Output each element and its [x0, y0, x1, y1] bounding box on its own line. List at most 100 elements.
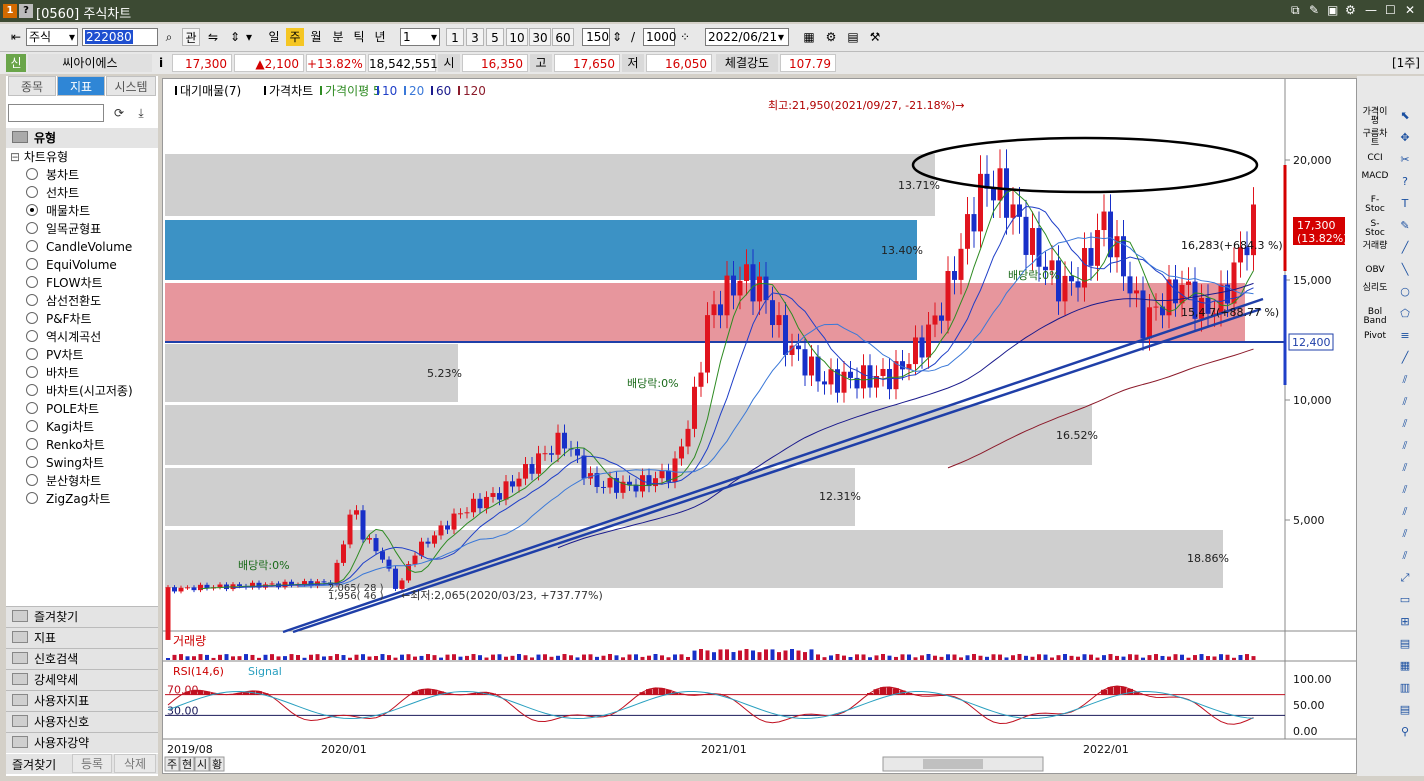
auto-icon[interactable]: ⤢ [1395, 570, 1415, 586]
folder-favorites[interactable]: 즐겨찾기 [6, 606, 158, 627]
radio-icon[interactable] [26, 204, 38, 216]
folder-strength[interactable]: 강세약세 [6, 669, 158, 690]
gann-icon[interactable]: ⫽ [1395, 504, 1415, 520]
shape-icon[interactable]: ⬠ [1395, 306, 1415, 322]
tab-system[interactable]: 시스템 [106, 76, 156, 96]
line-icon[interactable]: ╲ [1395, 262, 1415, 278]
bar-icon[interactable]: ▥ [1395, 680, 1415, 696]
help-icon[interactable]: ? [1395, 174, 1415, 190]
radio-icon[interactable] [26, 474, 38, 486]
folder-signal-search[interactable]: 신호검색 [6, 648, 158, 669]
indicator-shortcut[interactable]: OBV [1361, 266, 1389, 275]
indicator-shortcut[interactable]: 구름차트 [1361, 130, 1389, 148]
chart-icon[interactable]: ▦ [800, 28, 818, 46]
list-icon[interactable]: ▤ [1395, 702, 1415, 718]
radio-icon[interactable] [26, 294, 38, 306]
chart-type-item[interactable]: CandleVolume [26, 238, 132, 256]
hline-icon[interactable]: ≡ [1395, 328, 1415, 344]
chart-type-item[interactable]: ZigZag차트 [26, 490, 110, 508]
chart-type-item[interactable]: PV차트 [26, 346, 84, 364]
quick-count-10[interactable]: 10 [506, 28, 528, 46]
wave-icon[interactable]: ⫽ [1395, 548, 1415, 564]
gann-icon[interactable]: ⫽ [1395, 460, 1415, 476]
total-input[interactable]: 1000 [643, 28, 677, 46]
radio-icon[interactable] [26, 312, 38, 324]
radio-icon[interactable] [26, 222, 38, 234]
section-type[interactable]: 유형 [6, 128, 158, 148]
radio-icon[interactable] [26, 186, 38, 198]
indicator-shortcut[interactable]: Pivot [1361, 332, 1389, 341]
chart-type-item[interactable]: 바차트 [26, 364, 79, 382]
chevron-down-icon[interactable]: ▾ [66, 28, 78, 46]
chart-type-item[interactable]: Kagi차트 [26, 418, 94, 436]
minimize-icon[interactable]: — [1365, 3, 1377, 17]
chart-type-item[interactable]: 봉차트 [26, 166, 79, 184]
folder-indicators[interactable]: 지표 [6, 627, 158, 648]
indicator-shortcut[interactable]: CCI [1361, 154, 1389, 163]
info-icon[interactable]: i [154, 54, 168, 72]
tool-icon[interactable]: ⚲ [1395, 724, 1415, 740]
chart-type-item[interactable]: Swing차트 [26, 454, 104, 472]
refresh-icon[interactable]: ⟳ [110, 104, 128, 122]
period-week[interactable]: 주 [286, 28, 304, 46]
radio-icon[interactable] [26, 276, 38, 288]
camera-icon[interactable]: ▣ [1327, 3, 1338, 17]
indicator-shortcut[interactable]: Bol Band [1361, 308, 1389, 326]
folder-user-indicator[interactable]: 사용자지표 [6, 690, 158, 711]
help-icon[interactable]: ? [19, 4, 33, 18]
search-input[interactable] [8, 104, 104, 122]
cursor-icon[interactable]: ⬉ [1395, 108, 1415, 124]
circle-icon[interactable]: ○ [1395, 284, 1415, 300]
radio-icon[interactable] [26, 240, 38, 252]
chart-type-group[interactable]: ⊟ 차트유형 [10, 148, 68, 166]
bars-input[interactable]: 150 [582, 28, 610, 46]
grid-icon[interactable]: ⊞ [1395, 614, 1415, 630]
radio-icon[interactable] [26, 438, 38, 450]
gear-icon[interactable]: ⚙ [1345, 3, 1356, 17]
radio-icon[interactable] [26, 258, 38, 270]
chart-svg[interactable]: 대기매물(7) 가격차트 가격이평 5 10 20 60 120 13.71% 13.40% 5.… [163, 79, 1356, 773]
period-minute[interactable]: 분 [328, 28, 348, 46]
channel-icon[interactable]: ⫽ [1395, 372, 1415, 388]
gann-icon[interactable]: ⫽ [1395, 482, 1415, 498]
radio-icon[interactable] [26, 348, 38, 360]
trend-icon[interactable]: ╱ [1395, 350, 1415, 366]
compare-icon[interactable]: ⇋ [204, 28, 222, 46]
period-month[interactable]: 월 [306, 28, 326, 46]
quick-count-5[interactable]: 5 [486, 28, 504, 46]
doc-icon[interactable]: ▤ [1395, 636, 1415, 652]
radio-icon[interactable] [26, 168, 38, 180]
prev-icon[interactable]: ⇤ [6, 28, 26, 46]
line-icon[interactable]: ╱ [1395, 240, 1415, 256]
period-tick[interactable]: 틱 [349, 28, 369, 46]
fib-icon[interactable]: ⫽ [1395, 438, 1415, 454]
quick-count-60[interactable]: 60 [552, 28, 574, 46]
maximize-icon[interactable]: ☐ [1385, 3, 1396, 17]
chart-type-item[interactable]: Renko차트 [26, 436, 105, 454]
text-icon[interactable]: T [1395, 196, 1415, 212]
chevron-down-icon[interactable]: ▾ [244, 28, 254, 46]
radio-icon[interactable] [26, 456, 38, 468]
chart-type-item[interactable]: POLE차트 [26, 400, 99, 418]
spin-icon[interactable]: ⇕ [226, 28, 244, 46]
table-icon[interactable]: ▦ [1395, 658, 1415, 674]
chart-type-item[interactable]: P&F차트 [26, 310, 92, 328]
cut-icon[interactable]: ✂ [1395, 152, 1415, 168]
quick-count-1[interactable]: 1 [446, 28, 464, 46]
radio-icon[interactable] [26, 492, 38, 504]
search-icon[interactable]: ⌕ [160, 28, 178, 46]
chart-type-item[interactable]: 선차트 [26, 184, 79, 202]
radio-icon[interactable] [26, 330, 38, 342]
indicator-shortcut[interactable]: MACD [1361, 172, 1389, 181]
radio-icon[interactable] [26, 366, 38, 378]
favorites-button[interactable]: 즐겨찾기 [12, 756, 56, 773]
radio-icon[interactable] [26, 420, 38, 432]
fan-icon[interactable]: ⫽ [1395, 526, 1415, 542]
related-button[interactable]: 관 [182, 28, 200, 46]
settings-icon[interactable]: ⚙ [822, 28, 840, 46]
period-year[interactable]: 년 [370, 28, 390, 46]
register-button[interactable]: 등록 [72, 754, 112, 773]
chevron-down-icon[interactable]: ▾ [774, 28, 788, 46]
move-icon[interactable]: ✥ [1395, 130, 1415, 146]
indicator-shortcut[interactable]: F-Stoc [1361, 196, 1389, 214]
